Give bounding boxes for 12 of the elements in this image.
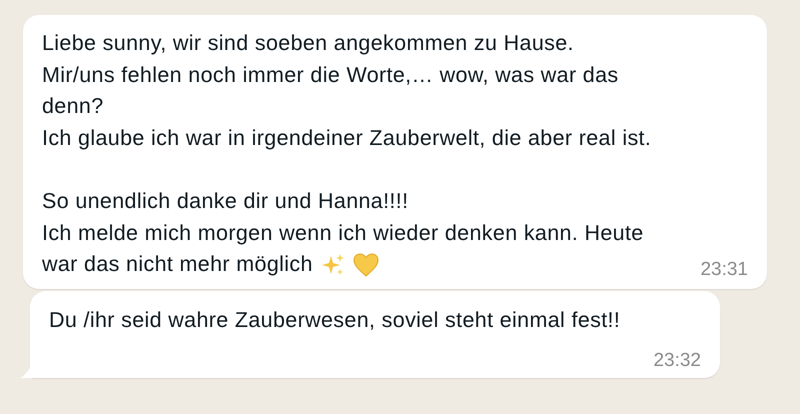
heart-icon (352, 252, 379, 277)
message-text: Ich glaube ich war in irgendeiner Zauberwelt, die aber real ist. (42, 126, 652, 151)
timestamp: 23:32 (653, 350, 701, 372)
message-text: denn? (42, 94, 104, 120)
sparkles-icon (320, 252, 345, 277)
message-text: Du /ihr seid wahre Zauberwesen, soviel steht einmal fest!! (49, 308, 620, 333)
timestamp: 23:31 (700, 258, 748, 281)
message-text: Ich melde mich morgen wenn ich wieder denken kann. Heute (42, 220, 644, 246)
message-text: war das nicht mehr möglich (42, 252, 313, 278)
message-text: So unendlich danke dir und Hanna!!!! (42, 189, 408, 214)
message-text: Liebe sunny, wir sind soeben angekommen zu Hause. (42, 31, 574, 56)
message-text: Mir/uns fehlen noch immer die Worte,… wow, was war das (42, 62, 619, 88)
